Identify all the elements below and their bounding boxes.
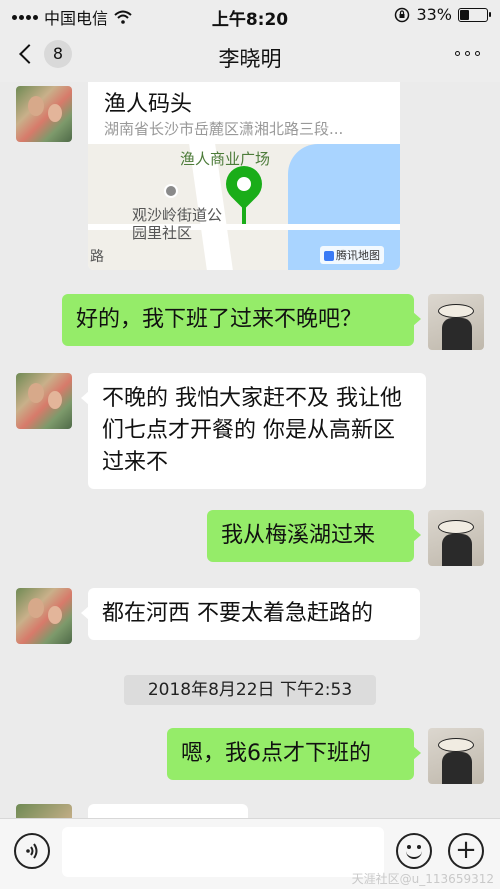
status-bar: 中国电信 上午8:20 33%	[0, 0, 500, 30]
location-name: 渔人码头	[104, 92, 193, 117]
message-bubble-sent[interactable]: 嗯，我6点才下班的	[167, 728, 421, 780]
watermark: 天涯社区@u_113659312	[351, 872, 494, 886]
map-poi-label: 渔人商业广场	[180, 150, 271, 168]
location-message[interactable]: 渔人码头 湖南省长沙市岳麓区潇湘北路三段... 渔人商业广场 观沙岭街道公园里社…	[88, 82, 400, 270]
battery-icon	[458, 7, 491, 22]
chat-title: 李晓明	[218, 47, 282, 71]
voice-icon[interactable]	[14, 833, 50, 869]
map-area-label: 观沙岭街道公园里社区	[132, 206, 223, 242]
contact-avatar[interactable]	[16, 86, 72, 142]
emoji-icon[interactable]	[396, 833, 432, 869]
plus-icon[interactable]: +	[448, 833, 484, 869]
contact-avatar[interactable]	[16, 373, 72, 429]
battery-percent: 33%	[416, 5, 452, 24]
message-timestamp: 2018年8月22日 下午2:53	[124, 675, 376, 705]
contact-avatar[interactable]	[16, 588, 72, 644]
location-map[interactable]: 渔人商业广场 观沙岭街道公园里社区 路 腾讯地图	[88, 144, 400, 270]
my-avatar[interactable]	[428, 294, 484, 350]
my-avatar[interactable]	[428, 510, 484, 566]
message-bubble-received[interactable]: 都在河西 不要太着急赶路的	[81, 588, 420, 640]
message-bubble-received[interactable]: 不晚的 我怕大家赶不及 我让他们七点才开餐的 你是从高新区过来不	[81, 373, 426, 489]
input-bar: + 天涯社区@u_113659312	[0, 818, 500, 889]
message-bubble-sent[interactable]: 好的，我下班了过来不晚吧？	[62, 294, 421, 346]
battery-level	[460, 9, 469, 20]
map-poi-icon	[164, 184, 178, 198]
my-avatar[interactable]	[428, 728, 484, 784]
message-input[interactable]	[62, 827, 384, 877]
map-credit-text: 腾讯地图	[336, 249, 380, 262]
tencent-map-logo-icon	[324, 251, 334, 261]
message-bubble-sent[interactable]: 我从梅溪湖过来	[207, 510, 421, 562]
location-pin-stem	[242, 202, 246, 224]
chat-header: 8 李晓明	[0, 30, 500, 82]
status-right-group: 33%	[394, 5, 491, 24]
map-edge-label: 路	[90, 249, 104, 265]
location-address: 湖南省长沙市岳麓区潇湘北路三段...	[104, 120, 344, 138]
voice-wave-icon	[26, 843, 38, 859]
rotation-lock-icon	[395, 7, 410, 22]
map-credit: 腾讯地图	[320, 246, 384, 264]
location-pin-dot	[237, 177, 251, 191]
more-icon[interactable]	[455, 51, 480, 56]
